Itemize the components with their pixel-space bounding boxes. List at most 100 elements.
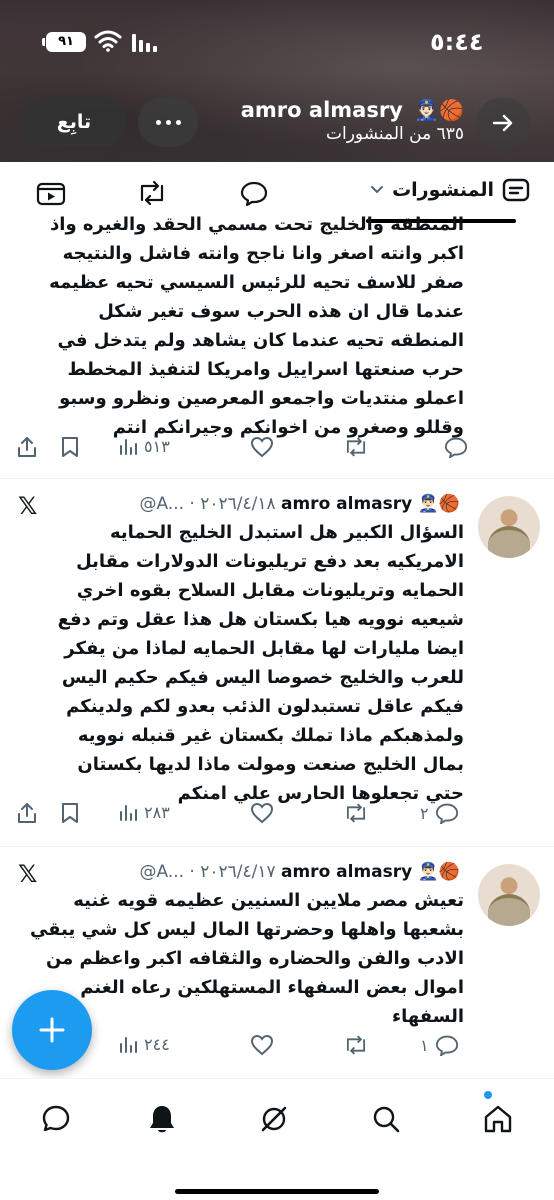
search-icon: [373, 1106, 400, 1133]
post-text-line: شيعيه نوويه هيا بكستان هل هذا عقل وتم دف…: [57, 609, 464, 630]
system-home-indicator: [175, 1189, 379, 1194]
signal-icon: [132, 32, 157, 52]
post-text-line: فيكم عاقل تستبدلون الذئب بعدو لكم ولدينك…: [66, 696, 464, 717]
views-icon: [120, 439, 137, 455]
reply-button[interactable]: ١: [420, 1034, 459, 1056]
post-text-line: للعرب والخليج خصوصا اليس فيكم حكيم اليس: [61, 667, 464, 688]
post-date: @A... · ٢٠٢٦/٤/١٧: [139, 862, 276, 882]
x-logo-icon: 𝕏: [18, 860, 38, 888]
post-text-line: الحمايه وتريليونات مقابل السلاح بقوه اخر…: [76, 580, 464, 601]
nav-notifications[interactable]: [142, 1099, 182, 1139]
heart-icon: [250, 436, 274, 458]
author-name[interactable]: amro almasry: [281, 862, 412, 882]
tab-posts[interactable]: المنشورات: [370, 178, 530, 202]
post-text-line: تعيش مصر ملايين السنيين عظيمه قويه غنيه: [73, 890, 464, 911]
post-text-line: حرب صنعتها اسراييل وامريكا لتنفيذ المخطط: [67, 359, 464, 380]
repost-icon: [346, 803, 366, 823]
reply-icon: [240, 181, 268, 207]
share-button[interactable]: [16, 802, 38, 824]
avatar[interactable]: [478, 864, 540, 926]
post-date: @A... · ٢٠٢٦/٤/١٨: [139, 494, 276, 514]
bell-icon: [150, 1106, 174, 1133]
views-count: ٢٤٤: [144, 1034, 170, 1054]
share-icon: [18, 437, 36, 457]
notification-dot: [484, 1091, 492, 1099]
tab-posts-label: المنشورات: [392, 179, 494, 201]
like-button[interactable]: [250, 436, 274, 458]
home-icon: [484, 1105, 512, 1133]
post-text-line: السؤال الكبير هل استبدل الخليج الحمايه: [109, 522, 464, 543]
clock: ٥:٤٤: [430, 28, 484, 56]
tab-reposts[interactable]: [136, 180, 168, 210]
bookmark-button[interactable]: [60, 436, 80, 458]
post-text: المنطقه والخليج تحت مسمي الحقد والغيره و…: [24, 210, 464, 442]
heart-icon: [250, 802, 274, 824]
reply-button[interactable]: ٢: [420, 802, 459, 824]
avatar[interactable]: [478, 496, 540, 558]
post-text-line: الادب والفن والحضاره والثقافه اكبر واعظم…: [45, 948, 464, 969]
back-button[interactable]: [476, 98, 530, 148]
nav-search[interactable]: [366, 1099, 406, 1139]
wifi-icon: [94, 30, 122, 56]
nav-messages[interactable]: [36, 1099, 76, 1139]
chat-icon: [42, 1105, 70, 1132]
divider: [0, 846, 554, 847]
views-icon: [120, 1037, 137, 1053]
post-item[interactable]: المنطقه والخليج تحت مسمي الحقد والغيره و…: [0, 214, 554, 472]
share-icon: [18, 803, 36, 823]
tab-media[interactable]: [36, 180, 66, 210]
author-emoji: 👮🏻‍♂️🏀: [417, 494, 460, 514]
media-icon: [36, 182, 66, 206]
post-actions: ٥١٣: [0, 436, 554, 466]
tab-replies[interactable]: [240, 180, 268, 210]
post-text-line: المنطقه تحيه عندما كان يشاهد ولم يتدخل ف…: [57, 330, 464, 351]
views-button[interactable]: ٢٨٣: [118, 802, 170, 822]
author-emoji: 👮🏻‍♂️🏀: [417, 862, 460, 882]
like-button[interactable]: [250, 802, 274, 824]
repost-icon: [140, 180, 164, 206]
post-text-line: الامريكيه بعد دفع تريليونات الدولارات مق…: [76, 551, 464, 572]
battery-indicator: ٩١: [42, 32, 86, 52]
reply-button[interactable]: [444, 436, 468, 458]
nav-home[interactable]: [478, 1099, 518, 1139]
post-text-line: المنطقه والخليج تحت مسمي الحقد والغيره و…: [50, 214, 464, 235]
like-button[interactable]: [250, 1034, 274, 1056]
reply-icon: [444, 437, 468, 458]
post-text-line: اكبر وانته اصغر وانا ناجح وانته فاشل وال…: [62, 243, 464, 264]
views-count: ٢٨٣: [144, 802, 170, 822]
post-meta: @A... · ٢٠٢٦/٤/١٧ amro almasry 👮🏻‍♂️🏀: [139, 862, 460, 882]
post-item[interactable]: 𝕏 @A... · ٢٠٢٦/٤/١٨ amro almasry 👮🏻‍♂️🏀 …: [0, 480, 554, 846]
repost-icon: [346, 437, 366, 457]
views-count: ٥١٣: [144, 436, 170, 456]
post-text-line: بشعبها واهلها وحضرتها المال ليس كل شي يب…: [29, 919, 464, 940]
share-button[interactable]: [16, 436, 38, 458]
repost-button[interactable]: [343, 802, 369, 824]
repost-button[interactable]: [343, 436, 369, 458]
profile-name-text: amro almasry: [240, 98, 403, 122]
reply-count: ٢: [420, 803, 429, 823]
x-logo-icon: 𝕏: [18, 492, 38, 520]
more-options-button[interactable]: [138, 97, 198, 147]
compose-button[interactable]: [12, 990, 92, 1070]
arrow-right-icon: [492, 114, 513, 132]
divider: [0, 478, 554, 479]
views-button[interactable]: ٢٤٤: [118, 1034, 170, 1054]
bookmark-icon: [62, 437, 78, 457]
posts-icon: [502, 178, 530, 202]
post-actions: ٢ ٢٨٣: [0, 802, 554, 832]
repost-button[interactable]: [343, 1034, 369, 1056]
reply-icon: [435, 803, 458, 824]
bookmark-button[interactable]: [60, 802, 80, 824]
author-name[interactable]: amro almasry: [281, 494, 412, 514]
plus-icon: [39, 1017, 65, 1043]
post-meta: @A... · ٢٠٢٦/٤/١٨ amro almasry 👮🏻‍♂️🏀: [139, 494, 460, 514]
nav-grok[interactable]: [254, 1099, 294, 1139]
follow-button[interactable]: تابِع: [22, 97, 126, 147]
post-text-line: اعملو منتديات واجمعو المعرصين ونظرو وسبو: [59, 388, 464, 409]
views-button[interactable]: ٥١٣: [118, 436, 170, 456]
post-text-line: ولمذهبكم ماذا تملك بكستان غير قنبله نووي…: [77, 725, 464, 746]
post-text: تعيش مصر ملايين السنيين عظيمه قويه غنيه …: [24, 886, 464, 1031]
post-text-line: اموال بعض السفهاء المستهلكين رعاه الغنم: [80, 977, 464, 998]
views-icon: [120, 805, 137, 821]
bottom-navigation: [0, 1078, 554, 1200]
